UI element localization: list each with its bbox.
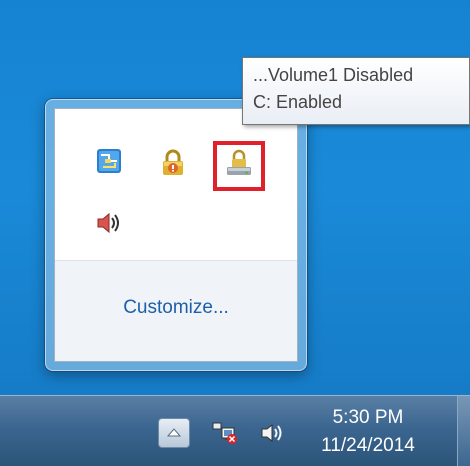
tooltip-line-drive-c: C: Enabled [253, 92, 343, 112]
tooltip-line-volume: ...Volume1 Disabled [253, 65, 414, 85]
network-map-icon[interactable] [95, 147, 123, 175]
lock-warning-icon[interactable] [159, 149, 187, 177]
selected-icon-highlight [213, 141, 265, 191]
overflow-panel-body: Customize... [54, 108, 298, 362]
up-arrow-icon [166, 428, 182, 437]
drive-status-tooltip: ...Volume1 Disabled C: Enabled [242, 57, 470, 125]
volume-icon[interactable] [258, 420, 288, 446]
taskbar-clock[interactable]: 5:30 PM 11/24/2014 [308, 404, 428, 460]
taskbar: 5:30 PM 11/24/2014 [0, 395, 470, 466]
overflow-panel-footer: Customize... [55, 260, 297, 361]
clock-date: 11/24/2014 [321, 435, 415, 456]
customize-link[interactable]: Customize... [55, 297, 297, 319]
clock-time: 5:30 PM [332, 407, 404, 428]
show-hidden-icons-button[interactable] [158, 418, 190, 448]
show-desktop-button[interactable] [457, 396, 470, 466]
notification-overflow-panel: Customize... [45, 99, 307, 371]
network-disconnected-icon[interactable] [210, 420, 240, 446]
speaker-icon[interactable] [95, 209, 123, 237]
